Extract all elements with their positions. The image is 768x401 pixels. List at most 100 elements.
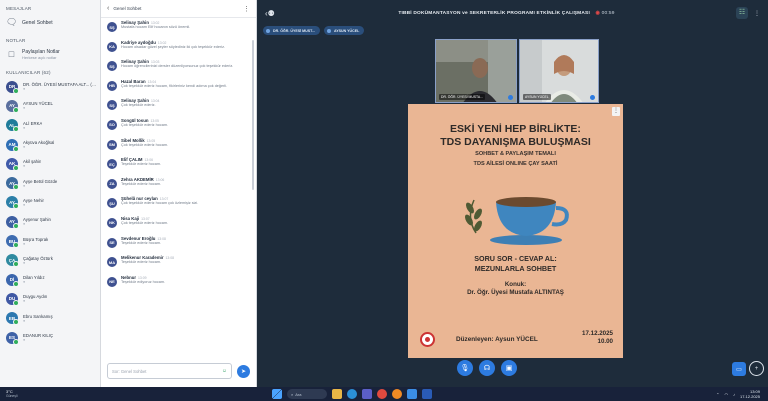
participant-item[interactable]: AY Ayşe Betül Gözde ● <box>0 173 100 192</box>
firefox-icon[interactable] <box>392 389 402 399</box>
video-tile-organizer[interactable]: AYSUN YÜCEL <box>519 39 599 103</box>
record-icon[interactable]: ◉ <box>596 10 601 16</box>
message-text: Çok teşekkür ederiz hocam. <box>121 122 169 127</box>
word-icon[interactable] <box>422 389 432 399</box>
avatar: AK <box>6 157 19 171</box>
poster-subtitle-line2: TDS AİLESİ ONLINE ÇAY SAATİ <box>473 161 558 167</box>
plus-icon: + <box>754 365 759 372</box>
chat-input-placeholder: Sor: Genel Sohbet <box>112 368 147 374</box>
options-menu-icon[interactable]: ⋮ <box>754 10 760 17</box>
participant-item[interactable]: BU Büşra Toprak ● <box>0 231 100 250</box>
camera-button[interactable]: ▣ <box>501 360 517 376</box>
teams-icon[interactable] <box>362 389 372 399</box>
poster-organizer: Düzenleyen: Aysun YÜCEL <box>456 336 538 343</box>
participant-name: Duygu Aydın <box>23 294 48 300</box>
avatar: AM <box>6 138 19 152</box>
poster-subtitle-line1: SOHBET & PAYLAŞIM TEMALI <box>475 151 556 157</box>
participant-item[interactable]: AM Akyüva Akoğlsal ● <box>0 135 100 154</box>
connection-icon[interactable]: ☷ <box>736 7 748 19</box>
talker-pill-1[interactable]: DR. ÖĞR. ÜYESİ MUST... <box>263 26 320 35</box>
avatar: NE <box>107 276 117 287</box>
presentation-menu-icon[interactable]: ⋮ <box>612 107 620 116</box>
wifi-icon[interactable]: ◠ <box>724 392 728 397</box>
weather-widget[interactable]: 3°C Güneşli <box>6 389 18 399</box>
participant-item[interactable]: AY Ayşenur Şahin ● <box>0 212 100 231</box>
more-options-icon[interactable]: ⋮ <box>243 5 250 13</box>
audio-button[interactable]: ☊ <box>479 360 495 376</box>
message-text: Hocam olsadar güzel şeyler söylediniz ik… <box>121 44 226 49</box>
taskbar-apps: ⌕ Ara <box>272 389 432 399</box>
participant-item[interactable]: Dİ Dilan Yıldız ● <box>0 270 100 289</box>
os-taskbar: 3°C Güneşli ⌕ Ara ⌃ ◠ ♪ 13:09 17.12.2025 <box>0 387 768 401</box>
participant-item[interactable]: AY AYSUN YÜCEL ● <box>0 96 100 115</box>
chat-scrollbar[interactable] <box>252 40 254 190</box>
chrome-icon[interactable] <box>377 389 387 399</box>
avatar: MA <box>107 257 117 268</box>
message-author-name: Sevdenur Eroğlu <box>121 235 156 241</box>
send-button[interactable]: ➤ <box>237 365 250 378</box>
mic-icon <box>590 95 595 100</box>
general-chat-item[interactable]: 🗨 Genel Sohbet <box>0 13 100 32</box>
mic-button[interactable]: 🎙 <box>457 360 473 376</box>
participant-item[interactable]: AY Ayşe Nehir ● <box>0 193 100 212</box>
message-text: Teşekkür ederiz hocam. <box>121 181 162 186</box>
participant-status: ● <box>23 202 26 207</box>
message-time: 13:08 <box>165 256 175 261</box>
windows-start-icon[interactable] <box>272 389 282 399</box>
participant-item[interactable]: DR DR. ÖĞR. ÜYESİ MUSTAFA ALT... (Sen) ● <box>0 77 100 96</box>
participant-item[interactable]: DU Duygu Aydın ● <box>0 289 100 308</box>
emoji-icon[interactable]: ☺ <box>222 368 227 374</box>
back-chevron-icon[interactable]: ‹ <box>107 5 109 12</box>
participant-name: Dilan Yıldız <box>23 275 45 281</box>
participant-item[interactable]: ÇA Çağatay Öztürk ● <box>0 251 100 270</box>
video-tile-presenter[interactable]: DR. ÖĞR. ÜYESİ MUSTA... <box>435 39 517 103</box>
participant-status: ● <box>23 183 26 188</box>
meeting-area: ‹⚉ TIBBİ DOKÜMANTASYON ve SEKRETERLİK PR… <box>257 0 768 387</box>
talker-pill-2[interactable]: AYSUN YÜCEL <box>323 26 365 35</box>
send-icon: ➤ <box>240 369 247 375</box>
taskbar-search[interactable]: ⌕ Ara <box>287 389 327 399</box>
screen: MESAJLAR 🗨 Genel Sohbet NOTLAR □ Paylaşı… <box>0 0 768 401</box>
participant-item[interactable]: AL ALİ ERKA ● <box>0 116 100 135</box>
taskbar-clock[interactable]: 13:09 17.12.2025 <box>740 389 760 399</box>
participant-name: ALİ ERKA <box>23 120 43 126</box>
general-chat-label: Genel Sohbet <box>22 19 53 26</box>
avatar: ZA <box>107 178 117 189</box>
avatar: ŞU <box>107 198 117 209</box>
chat-message: KA Kadriye aydoğdu 13:02 Hocam olsadar güze… <box>107 40 251 60</box>
chat-input[interactable]: Sor: Genel Sohbet ☺ <box>107 363 232 379</box>
collapse-users-icon[interactable]: ‹⚉ <box>265 9 285 18</box>
message-text: Teşekkür ederiz hocam. <box>121 240 162 245</box>
shared-notes-item[interactable]: □ Paylaşılan Notlar Herkese açık notlar <box>0 45 100 64</box>
participant-name: Ebru Sarıkamış <box>23 313 53 319</box>
participant-name: EDANUR KILIÇ <box>23 333 54 338</box>
message-list: SŞ Selinay Şahin 13:02 Mustafa hocam Elif h… <box>101 20 256 353</box>
participant-status: ● <box>23 222 26 227</box>
poster-title-line1: ESKİ YENİ HEP BİRLİKTE: <box>450 123 581 135</box>
poster-date: 17.12.2025 <box>582 330 613 337</box>
poster-qa-line1: SORU SOR - CEVAP AL: <box>474 254 557 263</box>
participant-item[interactable]: ES EDANUR KILIÇ ● <box>0 328 100 347</box>
edge-browser-icon[interactable] <box>347 389 357 399</box>
meeting-title: TIBBİ DOKÜMANTASYON ve SEKRETERLİK PROGR… <box>285 10 728 16</box>
avatar: DU <box>6 292 19 306</box>
camera-icon: ▣ <box>505 365 513 372</box>
participant-name: Büşra Toprak <box>23 236 49 242</box>
volume-icon[interactable]: ♪ <box>733 392 735 397</box>
file-explorer-icon[interactable] <box>332 389 342 399</box>
message-author-name: Kadriye aydoğdu <box>121 39 156 45</box>
participant-item[interactable]: EB Ebru Sarıkamış ● <box>0 309 100 328</box>
tray-chevron-icon[interactable]: ⌃ <box>716 392 719 397</box>
screen-share-button[interactable]: ▭ <box>732 362 746 376</box>
participant-item[interactable]: AK Akil şahin ● <box>0 154 100 173</box>
participant-status: ● <box>23 280 26 285</box>
message-text: Çok teşekkür ederiz hocam, fikirleriniz … <box>121 83 228 88</box>
participant-name: Ayşe Nehir <box>23 197 44 203</box>
note-icon: □ <box>8 49 15 59</box>
weather-desc: Güneşli <box>6 394 18 398</box>
talker-pills: DR. ÖĞR. ÜYESİ MUST... AYSUN YÜCEL <box>263 26 365 35</box>
poster-title: ESKİ YENİ HEP BİRLİKTE: TDS DAYANIŞMA BU… <box>408 123 623 149</box>
actions-button[interactable]: + <box>749 361 764 376</box>
store-icon[interactable] <box>407 389 417 399</box>
poster-qa-line2: MEZUNLARLA SOHBET <box>474 264 557 273</box>
